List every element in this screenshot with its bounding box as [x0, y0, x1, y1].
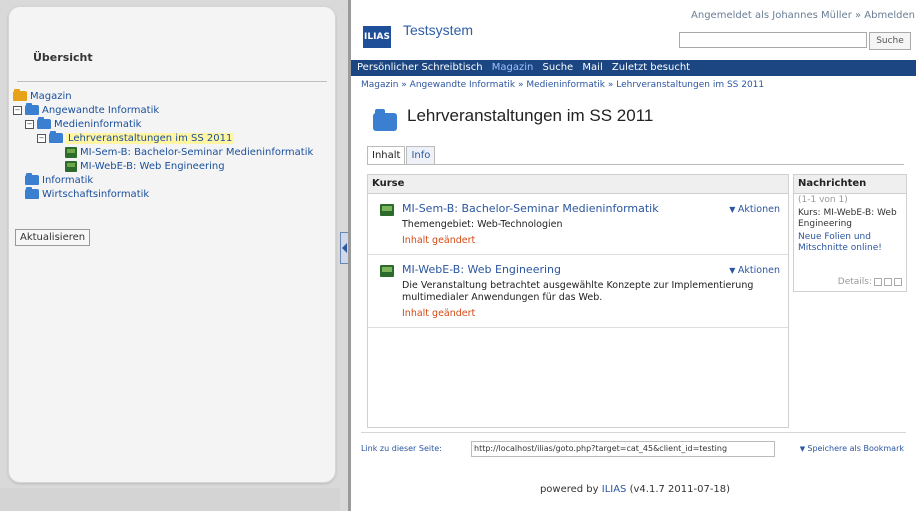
content-changed-status: Inhalt geändert	[402, 235, 476, 246]
tree-item-mi-sem-b[interactable]: MI-Sem-B: Bachelor-Seminar Medieninforma…	[13, 145, 331, 159]
tree-item-lehrveranstaltungen[interactable]: − Lehrveranstaltungen im SS 2011	[13, 131, 331, 145]
course-description: Themengebiet: Web-Technologien	[402, 219, 563, 230]
news-count: (1-1 von 1)	[798, 195, 848, 205]
app-title: Testsystem	[403, 22, 474, 38]
save-bookmark-link[interactable]: Speichere als Bookmark	[800, 444, 904, 453]
tree-label[interactable]: Informatik	[42, 175, 93, 186]
menu-search[interactable]: Suche	[543, 60, 574, 76]
courses-block: Kurse MI-Sem-B: Bachelor-Seminar Medieni…	[367, 174, 789, 428]
page-title: Lehrveranstaltungen im SS 2011	[407, 106, 654, 125]
left-bottom-strip	[0, 488, 340, 511]
course-description: Die Veranstaltung betrachtet ausgewählte…	[402, 280, 754, 303]
footer-divider	[361, 432, 906, 433]
breadcrumb[interactable]: Magazin » Angewandte Informatik » Medien…	[361, 80, 764, 90]
course-title-link[interactable]: MI-WebE-B: Web Engineering	[402, 263, 780, 276]
tree-item-medieninformatik[interactable]: − Medieninformatik	[13, 117, 331, 131]
tab-inhalt[interactable]: Inhalt	[367, 146, 406, 165]
search-input[interactable]	[679, 32, 867, 48]
tree-collapse-icon[interactable]: −	[25, 119, 34, 129]
main-panel: ILIAS Testsystem Angemeldet als Johannes…	[348, 0, 916, 511]
tree-item-informatik[interactable]: Informatik	[13, 173, 331, 187]
version-text: (v4.1.7 2011-07-18)	[626, 484, 731, 495]
folder-icon	[25, 173, 39, 185]
courses-header: Kurse	[368, 175, 788, 194]
news-block: Nachrichten (1-1 von 1) Kurs: MI-WebE-B:…	[793, 174, 907, 292]
tab-underline	[367, 164, 904, 165]
course-icon	[380, 204, 394, 216]
folder-icon	[25, 103, 39, 115]
tree-item-magazin[interactable]: Magazin	[13, 89, 331, 103]
tree-label[interactable]: Angewandte Informatik	[42, 105, 159, 116]
actions-dropdown[interactable]: Aktionen	[729, 204, 780, 215]
tree-item-wirtschaftsinformatik[interactable]: Wirtschaftsinformatik	[13, 187, 331, 201]
tab-info[interactable]: Info	[406, 146, 436, 165]
details-level-2-icon[interactable]	[884, 277, 892, 286]
tree-item-angewandte-informatik[interactable]: − Angewandte Informatik	[13, 103, 331, 117]
category-folder-icon	[373, 109, 397, 131]
logout-link[interactable]: Abmelden	[864, 10, 915, 21]
details-level-3-icon[interactable]	[894, 277, 902, 286]
repository-tree: Magazin − Angewandte Informatik − Medien…	[13, 89, 331, 201]
tree-label[interactable]: Magazin	[30, 91, 72, 102]
refresh-button[interactable]: Aktualisieren	[15, 229, 91, 246]
course-icon	[65, 146, 77, 158]
course-item: MI-Sem-B: Bachelor-Seminar Medieninforma…	[368, 194, 788, 255]
course-icon	[65, 160, 77, 172]
main-menu: Persönlicher Schreibtisch Magazin Suche …	[351, 60, 916, 76]
powered-prefix: powered by	[539, 484, 602, 495]
overview-title: Übersicht	[33, 51, 93, 64]
tree-label[interactable]: Lehrveranstaltungen im SS 2011	[66, 132, 235, 144]
tree-item-mi-webe-b[interactable]: MI-WebE-B: Web Engineering	[13, 159, 331, 173]
tree-label[interactable]: Wirtschaftsinformatik	[42, 189, 149, 200]
tree-label[interactable]: Medieninformatik	[54, 119, 141, 130]
user-info: Angemeldet als Johannes Müller » Abmelde…	[691, 10, 915, 21]
content-changed-status: Inhalt geändert	[402, 308, 476, 319]
details-level-1-icon[interactable]	[874, 277, 882, 286]
details-label: Details:	[837, 277, 872, 287]
news-details: Details:	[838, 277, 902, 287]
overview-panel: Übersicht Magazin − Angewandte Informati…	[8, 6, 336, 483]
menu-magazin[interactable]: Magazin	[492, 60, 534, 76]
tree-label[interactable]: MI-WebE-B: Web Engineering	[80, 161, 225, 172]
ilias-logo[interactable]: ILIAS	[363, 26, 391, 48]
menu-recently-visited[interactable]: Zuletzt besucht	[612, 60, 690, 76]
tree-label[interactable]: MI-Sem-B: Bachelor-Seminar Medieninforma…	[80, 147, 313, 158]
ilias-link[interactable]: ILIAS	[602, 484, 627, 495]
permalink-label: Link zu dieser Seite:	[361, 444, 442, 453]
menu-mail[interactable]: Mail	[582, 60, 602, 76]
menu-personal-desktop[interactable]: Persönlicher Schreibtisch	[357, 60, 483, 76]
header: ILIAS Testsystem Angemeldet als Johannes…	[351, 0, 916, 60]
news-header: Nachrichten	[794, 175, 906, 194]
tab-bar: Inhalt Info	[367, 146, 436, 165]
tree-collapse-icon[interactable]: −	[13, 105, 22, 115]
news-course-text: Kurs: MI-WebE-B: Web Engineering	[798, 208, 897, 229]
divider	[17, 81, 327, 82]
folder-icon	[49, 131, 63, 143]
folder-icon	[37, 117, 51, 129]
repository-root-icon	[13, 89, 27, 101]
course-icon	[380, 265, 394, 277]
course-item: MI-WebE-B: Web Engineering Die Veranstal…	[368, 255, 788, 328]
permalink-field[interactable]: http://localhost/ilias/goto.php?target=c…	[471, 441, 775, 457]
course-title-link[interactable]: MI-Sem-B: Bachelor-Seminar Medieninforma…	[402, 202, 780, 215]
news-item-link[interactable]: Neue Folien und Mitschnitte online!	[794, 232, 906, 254]
search-button[interactable]: Suche	[869, 32, 911, 50]
folder-icon	[25, 187, 39, 199]
logged-in-text: Angemeldet als Johannes Müller »	[691, 10, 865, 21]
powered-by: powered by ILIAS (v4.1.7 2011-07-18)	[351, 484, 916, 495]
actions-dropdown[interactable]: Aktionen	[729, 265, 780, 276]
tree-collapse-icon[interactable]: −	[37, 133, 46, 143]
